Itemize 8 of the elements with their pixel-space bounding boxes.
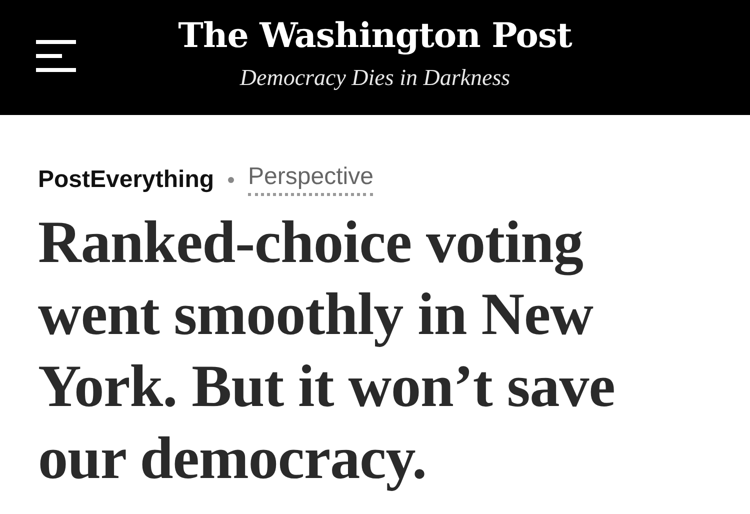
- perspective-label[interactable]: Perspective: [248, 163, 374, 196]
- menu-icon: [34, 38, 78, 74]
- menu-button[interactable]: [34, 38, 78, 74]
- article-headline: Ranked-choice voting went smoothly in New York. But it won’t save our democracy.: [38, 208, 616, 493]
- separator-dot: [228, 176, 234, 182]
- site-logo[interactable]: The Washington Post: [178, 18, 572, 56]
- tagline: Democracy Dies in Darkness: [240, 65, 510, 92]
- section-link[interactable]: PostEverything: [38, 166, 214, 194]
